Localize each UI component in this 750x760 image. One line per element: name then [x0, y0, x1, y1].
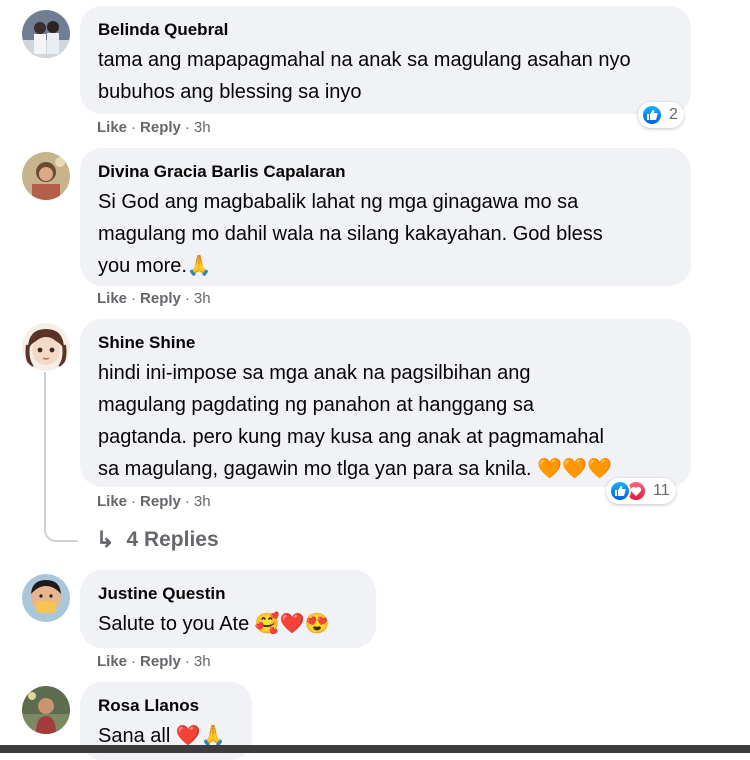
reply-button[interactable]: Reply: [140, 653, 181, 670]
comment-author[interactable]: Justine Questin: [98, 584, 358, 604]
comment-author[interactable]: Shine Shine: [98, 333, 673, 353]
reply-button[interactable]: Reply: [140, 290, 181, 307]
avatar[interactable]: [22, 686, 70, 734]
comment-bubble: Divina Gracia Barlis Capalaran Si God an…: [80, 148, 691, 286]
timestamp[interactable]: 3h: [194, 653, 211, 670]
avatar[interactable]: [22, 152, 70, 200]
reply-button[interactable]: Reply: [140, 119, 181, 136]
timestamp[interactable]: 3h: [194, 119, 211, 136]
comment-bubble: Shine Shine hindi ini-impose sa mga anak…: [80, 319, 691, 487]
thread-connector-line: [44, 372, 78, 542]
comment-actions: Like · Reply · 3h: [97, 493, 211, 510]
comment-author[interactable]: Divina Gracia Barlis Capalaran: [98, 162, 673, 182]
like-reaction-icon: [609, 480, 631, 502]
comment-author[interactable]: Belinda Quebral: [98, 20, 673, 40]
comment-bubble: Belinda Quebral tama ang mapapagmahal na…: [80, 6, 691, 114]
comment-text: Salute to you Ate 🥰❤️😍: [98, 613, 330, 635]
comment-author[interactable]: Rosa Llanos: [98, 696, 234, 716]
like-button[interactable]: Like: [97, 493, 127, 510]
comment-actions: Like · Reply · 3h: [97, 290, 211, 307]
comment-text: Si God ang magbabalik lahat ng mga ginag…: [98, 191, 603, 277]
comment-actions: Like · Reply · 3h: [97, 653, 211, 670]
reaction-summary[interactable]: 11: [606, 478, 676, 504]
like-reaction-icon: [641, 104, 663, 126]
like-button[interactable]: Like: [97, 119, 127, 136]
view-replies-link[interactable]: ↳ 4 Replies: [96, 527, 219, 553]
reaction-summary[interactable]: 2: [638, 102, 684, 128]
avatar[interactable]: [22, 323, 70, 371]
window-bottom-edge: [0, 745, 750, 753]
replies-count-label: 4 Replies: [126, 528, 219, 551]
timestamp[interactable]: 3h: [194, 493, 211, 510]
avatar[interactable]: [22, 10, 70, 58]
timestamp[interactable]: 3h: [194, 290, 211, 307]
comment-text: hindi ini-impose sa mga anak na pagsilbi…: [98, 362, 612, 480]
reaction-count: 11: [653, 482, 670, 499]
reply-arrow-icon: ↳: [96, 527, 115, 552]
like-button[interactable]: Like: [97, 290, 127, 307]
like-button[interactable]: Like: [97, 653, 127, 670]
comment-text: tama ang mapapagmahal na anak sa magulan…: [98, 49, 631, 103]
comment-bubble: Justine Questin Salute to you Ate 🥰❤️😍: [80, 570, 376, 648]
comment-actions: Like · Reply · 3h: [97, 119, 211, 136]
reaction-count: 2: [669, 106, 678, 123]
avatar[interactable]: [22, 574, 70, 622]
reply-button[interactable]: Reply: [140, 493, 181, 510]
